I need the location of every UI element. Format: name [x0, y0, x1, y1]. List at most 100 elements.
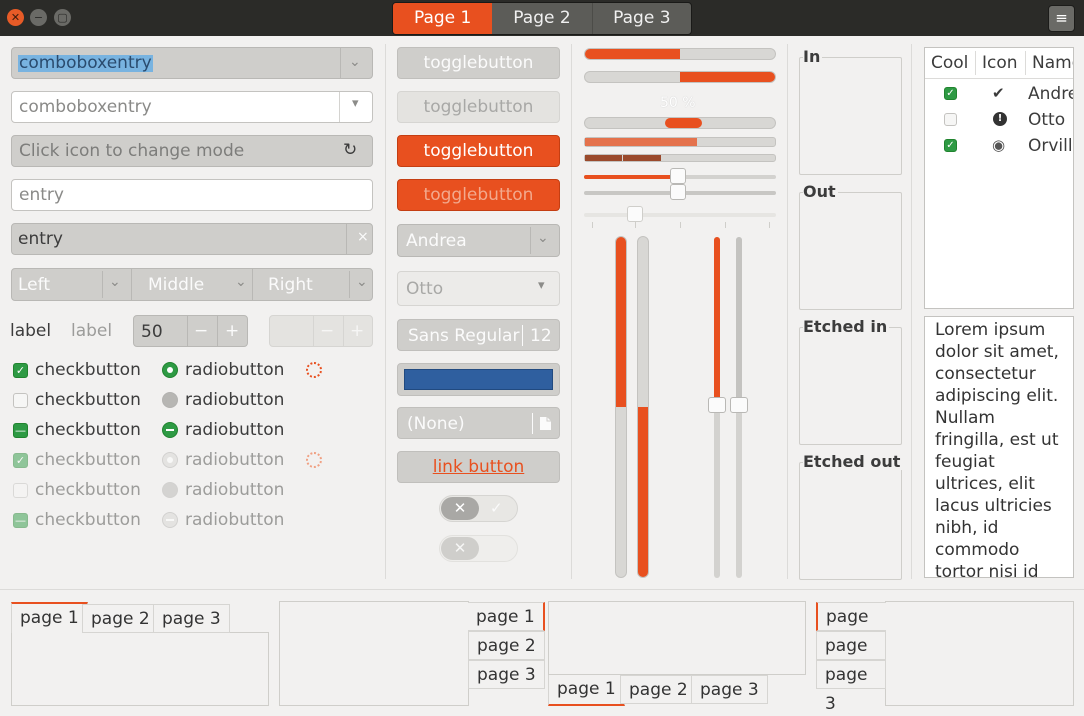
entry-value[interactable]: entry — [18, 231, 63, 248]
notebook-tab-page-1[interactable]: page 1 — [468, 602, 545, 631]
mode-entry[interactable]: Click icon to change mode ↻ — [11, 135, 373, 167]
clear-icon[interactable]: × — [357, 229, 369, 245]
combo-andrea[interactable]: Andrea ⌄ — [397, 224, 560, 257]
notebook-tab-page-2[interactable]: page 2 — [82, 604, 159, 633]
checkbox-label[interactable]: checkbutton — [35, 392, 141, 409]
combobox-entry-2[interactable]: comboboxentry ▾ — [11, 91, 373, 123]
scale-slider[interactable] — [730, 397, 748, 413]
notebook-tab-page-1[interactable]: page 1 — [11, 602, 88, 633]
file-chooser-button[interactable]: (None) — [397, 407, 560, 439]
level-bar-discrete — [584, 154, 776, 162]
chevron-down-icon[interactable]: ⌄ — [349, 54, 361, 70]
spin-value[interactable]: 50 — [141, 324, 163, 341]
combo-otto: Otto ▾ — [397, 271, 560, 306]
segment-right[interactable]: Right ⌄ — [253, 269, 372, 300]
scale-slider[interactable] — [670, 168, 686, 184]
progress-pulse — [665, 118, 702, 128]
link-label: link button — [432, 457, 525, 477]
radio-unselected[interactable] — [162, 392, 178, 408]
check-circle-icon: ✔ — [992, 84, 1005, 102]
segmented-combo: Left ⌄ Middle ⌄ Right ⌄ — [11, 268, 373, 301]
column-header-cool[interactable]: Cool — [931, 55, 968, 72]
maximize-window-icon[interactable]: ▢ — [54, 9, 71, 26]
entry-with-clear[interactable]: entry × — [11, 223, 373, 255]
segment-left[interactable]: Left ⌄ — [12, 269, 132, 300]
progress-bar-ltr — [584, 48, 776, 60]
entry-field[interactable]: entry — [11, 179, 373, 211]
checkbox-mixed[interactable]: — — [13, 423, 28, 438]
scale-slider[interactable] — [670, 184, 686, 200]
text-view[interactable]: Lorem ipsum dolor sit amet, consectetur … — [924, 316, 1074, 578]
notebook-top-panel — [11, 632, 269, 706]
notebook-tab-page-3[interactable]: page 3 — [816, 660, 886, 714]
combobox-entry-text[interactable]: comboboxentry — [18, 55, 153, 72]
progress-bar-rtl — [584, 71, 776, 83]
notebook-tab-page-3[interactable]: page 3 — [691, 675, 768, 704]
row-checkbox[interactable]: ✓ — [944, 87, 957, 100]
minimize-window-icon[interactable]: − — [30, 9, 47, 26]
row-checkbox[interactable] — [944, 113, 957, 126]
scale-horizontal-2[interactable] — [584, 184, 776, 200]
tree-row[interactable]: ✓ ◉ Orville — [925, 134, 1073, 158]
tab-label: page 1 — [20, 608, 79, 628]
entry-placeholder[interactable]: entry — [19, 187, 64, 204]
notebook-tab-page-2[interactable]: page 2 — [816, 631, 886, 685]
radio-label[interactable]: radiobutton — [185, 422, 284, 439]
radio-label[interactable]: radiobutton — [185, 392, 284, 409]
notebook-tab-page-1[interactable]: page 1 — [816, 602, 886, 656]
radio-mixed[interactable] — [162, 422, 178, 438]
stack-tab-page-1[interactable]: Page 1 — [393, 3, 493, 34]
combobox-entry-1[interactable]: comboboxentry ⌄ — [11, 47, 373, 79]
tab-label: page 3 — [825, 665, 868, 714]
radio-label: radiobutton — [185, 450, 285, 470]
stack-tab-page-2[interactable]: Page 2 — [492, 3, 591, 34]
refresh-icon[interactable]: ↻ — [343, 140, 357, 160]
switch-off[interactable]: ✕ ✓ — [439, 495, 518, 522]
tree-row[interactable]: ✓ ✔ Andrea — [925, 82, 1073, 106]
mode-entry-text[interactable]: Click icon to change mode — [19, 143, 244, 160]
notebook-tab-page-2[interactable]: page 2 — [620, 675, 697, 704]
radio-label[interactable]: radiobutton — [185, 362, 284, 379]
divider — [532, 413, 533, 434]
spin-button[interactable]: 50 − + — [133, 315, 248, 347]
column-header-name[interactable]: Name — [1032, 55, 1073, 72]
text-line: tortor nisi id — [935, 562, 1039, 578]
notebook-tab-page-3[interactable]: page 3 — [153, 604, 230, 633]
checkbox-unchecked[interactable] — [13, 393, 28, 408]
divider — [349, 271, 350, 298]
checkbox-label[interactable]: checkbutton — [35, 422, 141, 439]
separator — [0, 589, 1084, 590]
column-header-icon[interactable]: Icon — [982, 55, 1018, 72]
close-window-icon[interactable]: ✕ — [7, 9, 24, 26]
scale-horizontal[interactable] — [584, 168, 776, 184]
notebook-tab-page-2[interactable]: page 2 — [468, 631, 545, 660]
tree-row[interactable]: ! Otto — [925, 108, 1073, 132]
notebook-tab-page-3[interactable]: page 3 — [468, 660, 545, 689]
dropdown-arrow-icon[interactable]: ▾ — [352, 96, 359, 111]
toggle-button[interactable]: togglebutton — [397, 47, 560, 79]
checkbox-checked[interactable]: ✓ — [13, 363, 28, 378]
chevron-down-icon: ⌄ — [537, 230, 549, 246]
radio-selected[interactable] — [162, 362, 178, 378]
link-button[interactable]: link button — [397, 451, 560, 483]
scale-slider[interactable] — [708, 397, 726, 413]
combobox-entry-text[interactable]: comboboxentry — [19, 99, 152, 116]
toggle-label: togglebutton — [423, 97, 534, 117]
stack-tab-page-3[interactable]: Page 3 — [591, 3, 691, 34]
toggle-button-active[interactable]: togglebutton — [397, 135, 560, 167]
minus-icon[interactable]: − — [194, 321, 208, 341]
scale-vertical-2[interactable] — [730, 237, 748, 578]
scale-vertical[interactable] — [708, 237, 726, 578]
color-button[interactable] — [397, 363, 560, 396]
frame-out — [799, 192, 902, 310]
plus-icon[interactable]: + — [225, 321, 239, 341]
notebook-left-panel — [885, 601, 1074, 706]
level-segment — [623, 155, 661, 161]
menu-button[interactable]: ≡ — [1048, 5, 1075, 32]
notebook-tab-page-1[interactable]: page 1 — [548, 675, 625, 706]
checkbox-label[interactable]: checkbutton — [35, 362, 141, 379]
tab-label: page 2 — [629, 680, 688, 700]
row-checkbox[interactable]: ✓ — [944, 139, 957, 152]
font-button[interactable]: Sans Regular 12 — [397, 319, 560, 351]
segment-middle[interactable]: Middle ⌄ — [132, 269, 253, 300]
